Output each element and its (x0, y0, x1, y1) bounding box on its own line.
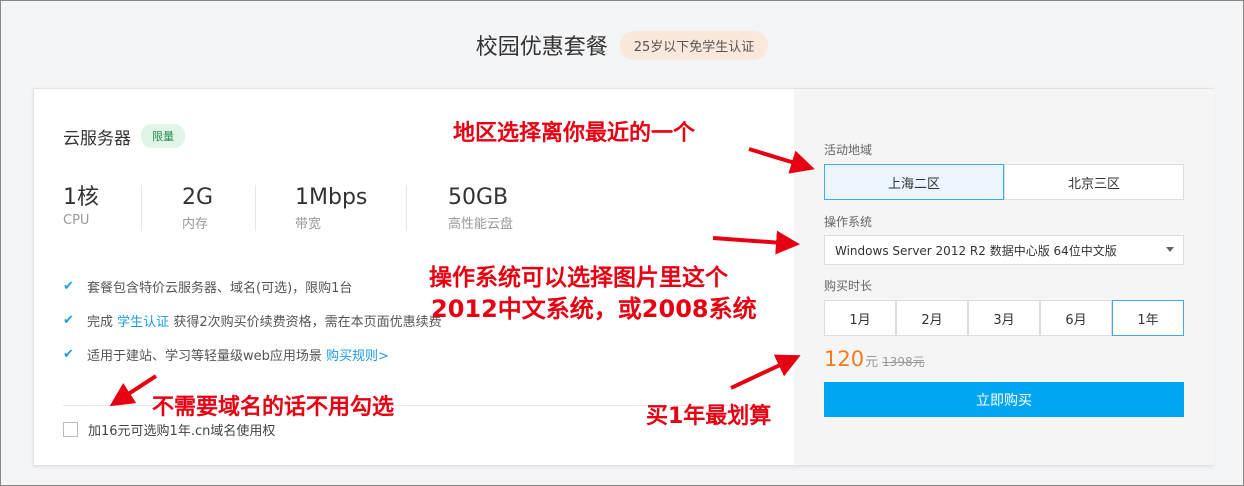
spec-divider (255, 185, 256, 231)
domain-checkbox[interactable] (63, 422, 78, 437)
os-select[interactable]: Windows Server 2012 R2 数据中心版 64位中文版 (824, 235, 1184, 265)
check-icon: ✔ (63, 347, 74, 362)
region-option-shanghai[interactable]: 上海二区 (824, 164, 1004, 200)
spec-bandwidth: 1Mbps 带宽 (295, 185, 367, 232)
duration-option-2m[interactable]: 2月 (896, 300, 968, 336)
feature-item: ✔ 适用于建站、学习等轻量级web应用场景 购买规则> (63, 345, 389, 364)
spec-label: 带宽 (295, 217, 322, 232)
spec-value: 2G (182, 185, 214, 210)
purchase-rules-link[interactable]: 购买规则> (326, 345, 389, 364)
domain-label: 加16元可选购1年.cn域名使用权 (88, 424, 276, 439)
page-title: 校园优惠套餐 (475, 35, 608, 60)
feature-text: 套餐包含特价云服务器、域名(可选)，限购1台 (87, 281, 353, 296)
limited-badge: 限量 (141, 124, 185, 148)
feature-text: 获得2次购买价续费资格，需在本页面优惠续费 (173, 315, 442, 330)
price-unit: 元 (865, 355, 879, 370)
duration-label: 购买时长 (824, 279, 873, 293)
spec-divider (141, 185, 142, 231)
spec-divider (406, 185, 407, 231)
spec-memory: 2G 内存 (182, 185, 213, 232)
spec-value: 50GB (448, 185, 509, 210)
price-current: 120 (824, 347, 865, 371)
spec-label: 内存 (182, 217, 209, 232)
annotation-os-line1: 操作系统可以选择图片里这个 (429, 265, 728, 291)
price-original: 1398元 (882, 355, 925, 369)
spec-label: CPU (63, 213, 90, 228)
os-label: 操作系统 (824, 215, 873, 229)
buy-now-button[interactable]: 立即购买 (824, 382, 1184, 417)
feature-item: ✔ 完成 学生认证 获得2次购买价续费资格，需在本页面优惠续费 (63, 311, 442, 330)
spec-disk: 50GB 高性能云盘 (448, 185, 513, 232)
duration-option-1y[interactable]: 1年 (1112, 300, 1184, 336)
feature-text: 适用于建站、学习等轻量级web应用场景 (87, 349, 322, 364)
page-header: 校园优惠套餐 25岁以下免学生认证 (1, 29, 1243, 61)
config-panel: 活动地域 上海二区 北京三区 操作系统 Windows Server 2012 … (794, 89, 1214, 465)
price: 120 元 1398元 (824, 347, 925, 371)
duration-option-6m[interactable]: 6月 (1040, 300, 1112, 336)
check-icon: ✔ (63, 279, 74, 294)
domain-option[interactable]: 加16元可选购1年.cn域名使用权 (63, 420, 275, 439)
age-badge: 25岁以下免学生认证 (619, 30, 769, 60)
caret-down-icon (1166, 247, 1174, 252)
region-option-beijing[interactable]: 北京三区 (1004, 164, 1184, 200)
check-icon: ✔ (63, 313, 74, 328)
product-name: 云服务器 (63, 129, 131, 149)
student-auth-link[interactable]: 学生认证 (117, 311, 169, 330)
annotation-os-line2: 2012中文系统，或2008系统 (431, 295, 757, 323)
annotation-duration: 买1年最划算 (646, 404, 772, 429)
annotation-region: 地区选择离你最近的一个 (453, 121, 696, 146)
region-label: 活动地域 (824, 143, 873, 157)
spec-value: 1Mbps (295, 185, 368, 210)
annotation-domain: 不需要域名的话不用勾选 (152, 395, 395, 420)
feature-item: ✔ 套餐包含特价云服务器、域名(可选)，限购1台 (63, 277, 352, 296)
duration-option-3m[interactable]: 3月 (968, 300, 1040, 336)
feature-text: 完成 (87, 315, 114, 330)
spec-label: 高性能云盘 (448, 217, 514, 232)
spec-value: 1核 (63, 185, 99, 210)
duration-option-1m[interactable]: 1月 (824, 300, 896, 336)
os-select-value: Windows Server 2012 R2 数据中心版 64位中文版 (835, 243, 1117, 258)
spec-cpu: 1核 CPU (63, 185, 99, 228)
